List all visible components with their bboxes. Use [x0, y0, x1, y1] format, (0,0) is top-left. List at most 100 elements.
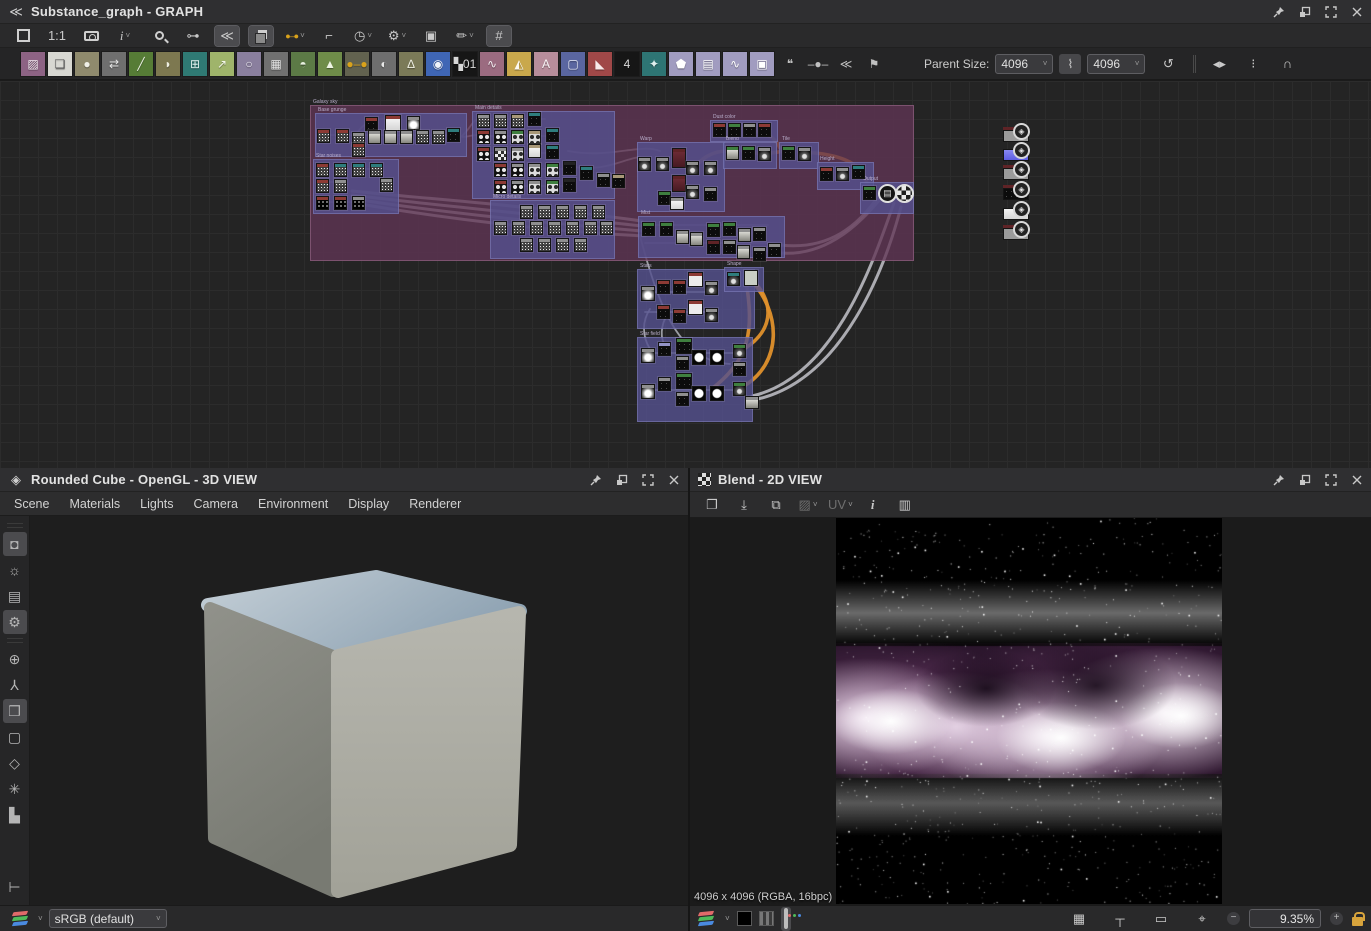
graph-node[interactable] [556, 238, 569, 252]
graph-node[interactable] [705, 281, 718, 295]
graph-node[interactable] [707, 240, 720, 254]
final-output-node-checker[interactable] [895, 184, 914, 203]
graph-node[interactable] [676, 373, 692, 389]
histogram-icon[interactable]: ▥ [893, 494, 917, 516]
graph-node[interactable] [352, 196, 365, 210]
graph-node[interactable] [704, 161, 717, 175]
graph-node[interactable] [528, 130, 541, 144]
gizmo-axes-icon[interactable]: ⅄ [3, 673, 27, 697]
graph-node[interactable] [738, 228, 751, 242]
graph-node[interactable] [432, 130, 445, 144]
graph-node[interactable] [727, 272, 740, 286]
graph-node[interactable] [742, 146, 755, 160]
graph-node[interactable] [863, 186, 876, 200]
graph-node[interactable] [672, 148, 686, 168]
graph-node[interactable] [528, 112, 541, 126]
graph-node[interactable] [546, 128, 559, 142]
text-node-button[interactable]: A [533, 51, 559, 77]
graph-node[interactable] [686, 185, 699, 199]
graph-node[interactable] [511, 147, 524, 161]
crop-node-button[interactable]: ▢ [560, 51, 586, 77]
spline-node-button[interactable]: ∿ [479, 51, 505, 77]
graph-node[interactable] [334, 179, 347, 193]
parent-height-dropdown[interactable]: 4096˅ [1087, 54, 1145, 74]
graph-node[interactable] [563, 161, 576, 175]
graph-node[interactable] [676, 392, 689, 406]
graph-node[interactable] [511, 180, 524, 194]
save-image-icon[interactable]: ⤓ [732, 494, 756, 516]
graph-node[interactable] [852, 165, 865, 179]
lock-zoom-icon[interactable] [1352, 917, 1363, 926]
tile-sampler-node-button[interactable]: ▦ [263, 51, 289, 77]
graph-node[interactable] [690, 232, 703, 246]
graph-node[interactable] [600, 221, 613, 235]
view2d-viewport[interactable]: 4096 x 4096 (RGBA, 16bpc) [690, 518, 1371, 905]
image-frame-icon[interactable]: ▣ [419, 26, 443, 46]
graph-node[interactable] [597, 173, 610, 187]
scene-tree-icon[interactable]: ⊢ [3, 875, 27, 899]
graph-node[interactable] [713, 123, 726, 137]
timer-icon[interactable]: ◷˅ [351, 26, 375, 46]
graph-node[interactable] [641, 348, 655, 363]
transformation-node-button[interactable]: ⊞ [182, 51, 208, 77]
zoom-level-field[interactable]: 9.35% [1249, 909, 1321, 928]
graph-node[interactable] [657, 305, 670, 319]
graph-node[interactable] [673, 309, 686, 323]
graph-node[interactable] [592, 205, 605, 219]
link-size-button[interactable]: ⌇ [1059, 54, 1081, 74]
pin-panel-icon[interactable] [1273, 474, 1285, 486]
close-panel-icon[interactable] [1351, 6, 1363, 18]
graph-node[interactable] [334, 196, 347, 210]
output-node[interactable]: ◈ [1003, 146, 1031, 162]
graph-node[interactable] [316, 179, 329, 193]
graph-node[interactable] [528, 144, 541, 158]
hsl-node-button[interactable]: ◉ [425, 51, 451, 77]
graph-node[interactable] [641, 286, 655, 301]
graph-node[interactable] [494, 147, 507, 161]
subgraph-icon[interactable]: ≪ [835, 52, 857, 76]
pan-icon[interactable]: ⌖ [1190, 908, 1214, 930]
align-vertical-icon[interactable]: ⁝ [1241, 54, 1265, 74]
graph-node[interactable] [676, 338, 692, 354]
graph-node[interactable] [768, 243, 781, 257]
maximize-panel-icon[interactable] [642, 474, 654, 486]
gradient-dyn-node-button[interactable]: ▤ [695, 51, 721, 77]
graph-node[interactable] [520, 205, 533, 219]
dot-node-icon[interactable]: –●– [807, 52, 829, 76]
graph-node[interactable] [758, 123, 771, 137]
graph-node[interactable] [658, 377, 671, 391]
graph-node[interactable] [477, 147, 490, 161]
graph-node[interactable] [723, 222, 736, 236]
graph-node[interactable] [704, 187, 717, 201]
wireframe-view-icon[interactable]: ⊕ [3, 647, 27, 671]
fx-map-node-button[interactable]: ✦ [641, 51, 667, 77]
graph-node[interactable] [477, 130, 490, 144]
graph-node[interactable] [638, 157, 651, 171]
output-node[interactable]: ◈ [1003, 205, 1031, 221]
graph-node[interactable] [672, 175, 686, 192]
float-panel-icon[interactable] [1299, 474, 1311, 486]
graph-node[interactable] [494, 221, 507, 235]
align-horizontal-icon[interactable]: ◂▸ [1207, 54, 1231, 74]
graph-node[interactable] [836, 167, 849, 181]
graph-node[interactable] [407, 116, 420, 130]
menu-materials[interactable]: Materials [59, 497, 130, 511]
comment-icon[interactable]: ❝ [779, 52, 801, 76]
graph-node[interactable] [705, 308, 718, 322]
graph-node[interactable] [538, 205, 551, 219]
graph-node[interactable] [658, 342, 671, 356]
graph-node[interactable] [384, 130, 397, 144]
output-node[interactable]: ◈ [1003, 185, 1031, 201]
fit-frame-icon[interactable]: ▭ [1149, 908, 1173, 930]
graph-node[interactable] [574, 238, 587, 252]
zoom-in-button[interactable]: + [1330, 912, 1343, 925]
graph-node[interactable] [334, 163, 347, 177]
graph-node[interactable] [656, 157, 669, 171]
graph-node[interactable] [692, 386, 706, 401]
mirror-node-button[interactable]: ◭ [506, 51, 532, 77]
graph-node[interactable] [556, 205, 569, 219]
graph-node[interactable] [316, 196, 329, 210]
graph-node[interactable] [368, 130, 381, 144]
gradient-node-button[interactable]: ◐ [371, 51, 397, 77]
curve-node-button[interactable]: ╱ [128, 51, 154, 77]
